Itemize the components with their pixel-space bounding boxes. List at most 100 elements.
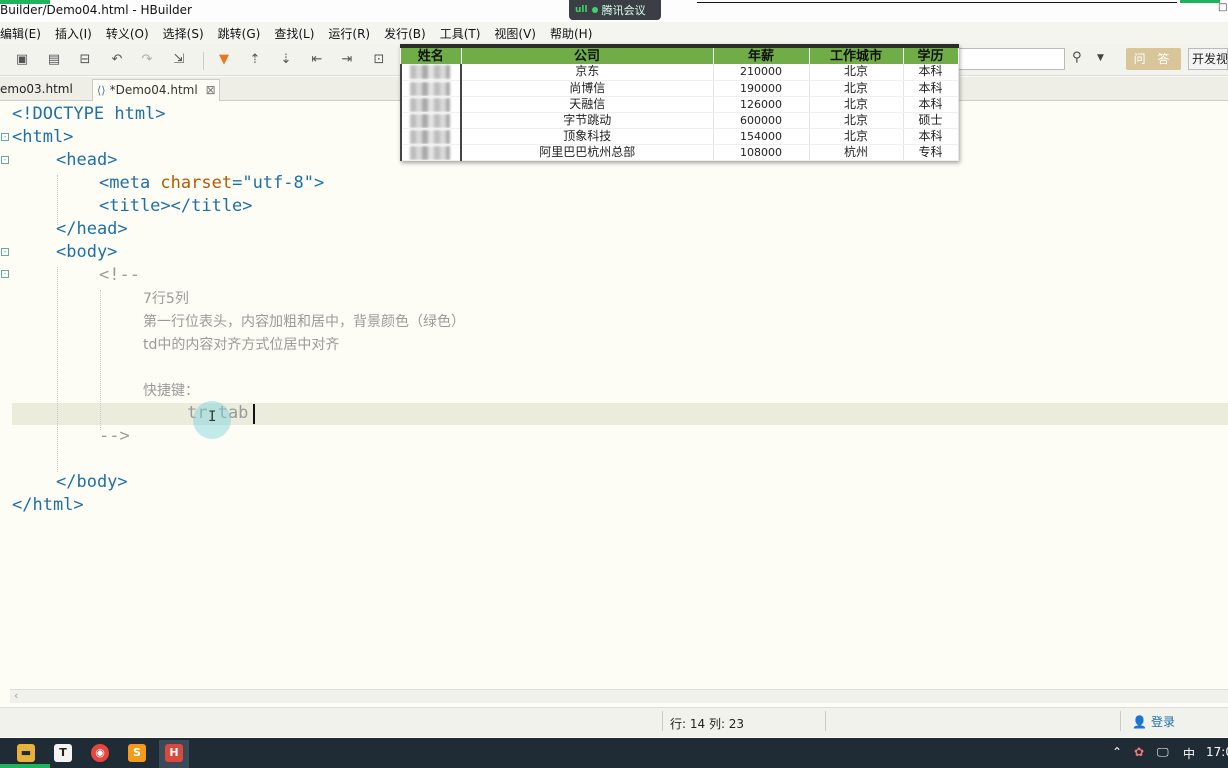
fold-icon[interactable]: -	[1, 248, 9, 256]
indent-guide	[100, 290, 101, 430]
menu-tools[interactable]: 工具(T)	[433, 25, 488, 42]
bookmark-prev-icon[interactable]: ⇡	[246, 51, 264, 69]
code-token: charset	[160, 173, 233, 193]
redo-icon[interactable]: ↷	[138, 51, 156, 69]
bookmark-next-icon[interactable]: ⇣	[277, 51, 295, 69]
code-token: >	[313, 173, 325, 193]
city-cell: 北京	[809, 64, 904, 81]
menu-insert[interactable]: 插入(I)	[48, 25, 99, 42]
undo-icon[interactable]: ↶	[108, 51, 126, 69]
clock[interactable]: 17:0	[1206, 745, 1228, 759]
window-title: Builder/Demo04.html - HBuilder	[0, 3, 192, 17]
tray-expand-icon[interactable]: ⌃	[1112, 745, 1122, 759]
blurred-name	[410, 97, 450, 111]
comment-token: td中的内容对齐方式位居中对齐	[143, 337, 340, 353]
city-cell: 北京	[809, 80, 904, 97]
header-city: 工作城市	[809, 48, 904, 64]
code-token: <html>	[12, 127, 74, 147]
table-header-row: 姓名 公司 年薪 工作城市 学历	[401, 48, 959, 64]
sublime-icon[interactable]: S	[128, 744, 146, 762]
blurred-name	[410, 65, 450, 79]
comment-token: -->	[99, 426, 130, 446]
goto-start-icon[interactable]: ⇤	[308, 51, 326, 69]
search-input[interactable]	[958, 48, 1065, 70]
search-dropdown-icon[interactable]: ▼	[1097, 53, 1104, 63]
menu-run[interactable]: 运行(R)	[321, 25, 377, 42]
code-token: "utf-8"	[242, 173, 314, 193]
blurred-name-cell	[400, 144, 462, 161]
salary-cell: 108000	[713, 144, 810, 161]
format-icon[interactable]: ⇲	[170, 51, 188, 69]
header-company: 公司	[461, 48, 714, 64]
salary-cell: 600000	[713, 112, 810, 129]
salary-table: 姓名 公司 年薪 工作城市 学历 京东 210000 北京 本科 尚博信 190…	[400, 48, 959, 161]
html-file-icon: ⟨⟩	[97, 84, 106, 97]
chrome-icon[interactable]: ◉	[91, 744, 109, 762]
table-row: 阿里巴巴杭州总部 108000 杭州 专科	[400, 144, 959, 161]
hbuilder-icon[interactable]: H	[165, 744, 183, 762]
code-line-15: -->	[99, 425, 130, 448]
fold-icon[interactable]: -	[1, 270, 9, 278]
menu-goto[interactable]: 跳转(G)	[211, 25, 268, 42]
scroll-left-icon[interactable]: ‹	[14, 689, 18, 702]
bookmark-icon[interactable]: ▼	[215, 51, 233, 69]
restore-icon[interactable]: □	[1218, 2, 1227, 13]
education-cell: 本科	[903, 80, 959, 97]
header-name: 姓名	[401, 48, 462, 64]
menu-view[interactable]: 视图(V)	[487, 25, 543, 42]
menu-publish[interactable]: 发行(B)	[377, 25, 433, 42]
code-line-5: <title></title>	[99, 195, 253, 218]
code-line-9: 7行5列	[143, 287, 189, 311]
fold-icon[interactable]: -	[1, 156, 9, 164]
minimize-indicator	[1180, 0, 1220, 3]
code-line-18: </html>	[12, 494, 84, 517]
status-separator	[825, 711, 826, 731]
tab-label: *Demo04.html	[109, 83, 198, 97]
blurred-name	[410, 81, 450, 95]
salary-cell: 154000	[713, 128, 810, 145]
blurred-name-cell	[400, 96, 462, 113]
text-cursor-icon: I	[208, 409, 217, 425]
education-cell: 本科	[903, 128, 959, 145]
network-icon[interactable]: 🖵	[1157, 745, 1169, 760]
table-row: 顶象科技 154000 北京 本科	[400, 128, 959, 145]
revert-icon[interactable]: ⊟	[76, 51, 94, 69]
file-explorer-icon[interactable]: ▬	[17, 744, 35, 762]
comment-token: <!--	[99, 265, 140, 285]
meeting-indicator[interactable]: ull 腾讯会议	[569, 0, 661, 20]
search-icon[interactable]: ⚲	[1072, 50, 1082, 65]
goto-end-icon[interactable]: ⇥	[338, 51, 356, 69]
login-link[interactable]: 👤 登录	[1132, 713, 1175, 730]
menu-find[interactable]: 查找(L)	[267, 25, 321, 42]
menu-escape[interactable]: 转义(O)	[99, 25, 156, 42]
code-line-7: <body>	[56, 241, 117, 264]
code-token: <body>	[56, 242, 118, 262]
tab-demo04[interactable]: ⟨⟩ *Demo04.html ⊠	[92, 79, 220, 101]
table-row: 京东 210000 北京 本科	[400, 64, 959, 81]
close-icon[interactable]: ⊠	[206, 83, 216, 97]
save-icon[interactable]: ▣	[13, 51, 31, 69]
save-all-icon[interactable]: ▤	[45, 51, 63, 69]
menu-edit[interactable]: 编辑(E)	[0, 25, 48, 42]
city-cell: 北京	[809, 112, 904, 129]
qa-button[interactable]: 问 答	[1126, 48, 1181, 70]
typora-icon[interactable]: T	[54, 744, 72, 762]
comment-token: 快捷键：	[143, 383, 199, 399]
tray-app-icon[interactable]: ✿	[1134, 745, 1144, 759]
code-token: </body>	[56, 472, 128, 492]
menu-select[interactable]: 选择(S)	[156, 25, 211, 42]
horizontal-scrollbar[interactable]: ‹	[10, 689, 1228, 703]
code-token: </head>	[56, 219, 128, 239]
text-caret	[253, 404, 255, 424]
code-line-6: </head>	[56, 218, 128, 241]
header-education: 学历	[903, 48, 959, 64]
code-token: =	[232, 173, 243, 193]
fold-icon[interactable]: -	[1, 133, 9, 141]
company-cell: 顶象科技	[461, 128, 714, 145]
ime-indicator[interactable]: 中	[1183, 745, 1195, 762]
tab-demo03[interactable]: emo03.html	[0, 79, 88, 101]
preview-icon[interactable]: ⊡	[370, 51, 388, 69]
dev-view-button[interactable]: 开发视	[1188, 48, 1228, 70]
menu-help[interactable]: 帮助(H)	[543, 25, 599, 42]
company-cell: 天融信	[461, 96, 714, 113]
